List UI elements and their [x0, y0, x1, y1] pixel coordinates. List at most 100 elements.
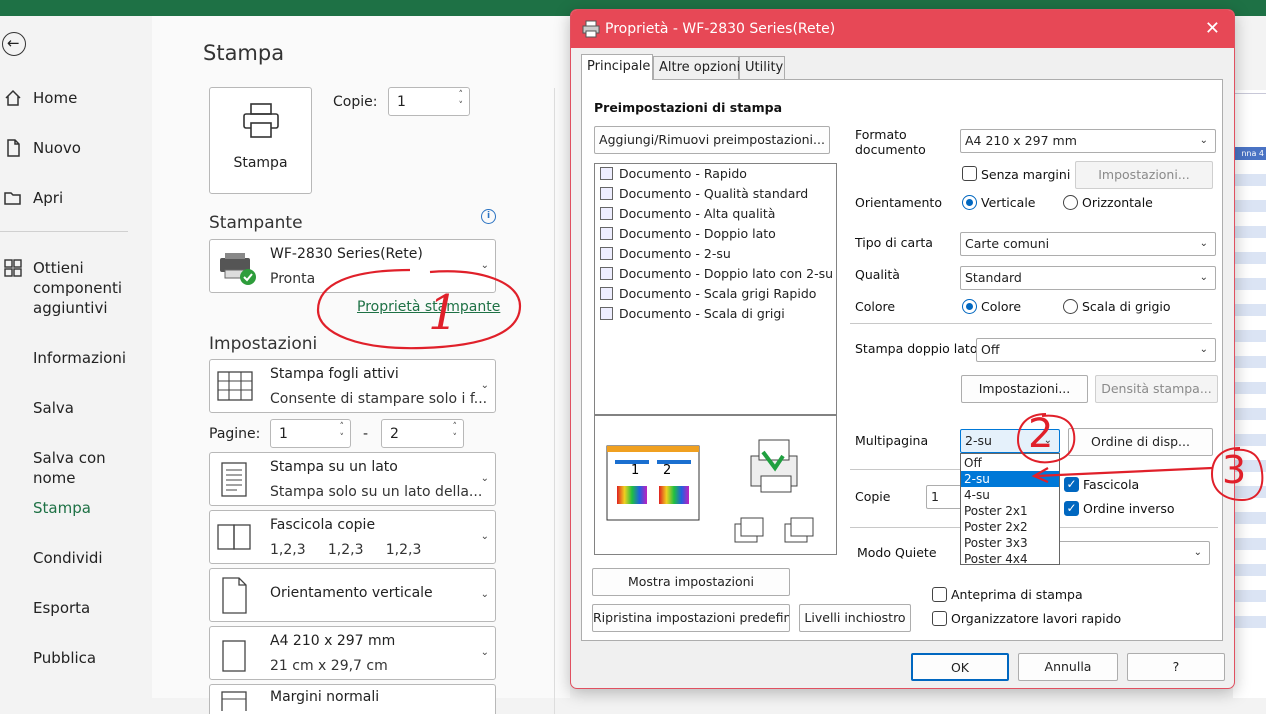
- chevron-down-icon: ⌄: [1199, 272, 1208, 283]
- ok-button[interactable]: OK: [911, 653, 1009, 681]
- print-preview-checkbox[interactable]: [932, 587, 947, 602]
- tab-principale[interactable]: Principale: [581, 54, 653, 80]
- close-icon[interactable]: ✕: [1205, 18, 1220, 39]
- quiet-mode-select[interactable]: ⌄: [1052, 541, 1210, 565]
- collate-label: Fascicola: [1083, 477, 1140, 492]
- color-grayscale-radio[interactable]: [1063, 299, 1078, 314]
- preview-row: [1233, 330, 1266, 342]
- preset-item[interactable]: Documento - 2-su: [598, 245, 731, 263]
- divider: [850, 469, 962, 470]
- setting-margins-title: Margini normali: [270, 689, 380, 705]
- nav-save[interactable]: Salva: [33, 398, 74, 418]
- paper-size-select[interactable]: A4 210 x 297 mm 21 cm x 29,7 cm ⌄: [209, 626, 496, 680]
- nav-get-addins[interactable]: Ottieni componenti aggiuntivi: [33, 258, 133, 318]
- multipage-option-selected[interactable]: 2-su: [961, 471, 1059, 487]
- color-color-radio[interactable]: [962, 299, 977, 314]
- color-grayscale-label: Scala di grigio: [1082, 299, 1171, 314]
- stepper-arrows-icon[interactable]: ˄ ˅: [340, 422, 345, 444]
- copies-stepper[interactable]: 1 ˄ ˅: [388, 87, 470, 116]
- collate-checkbox[interactable]: ✓: [1064, 477, 1079, 492]
- nav-save-as[interactable]: Salva con nome: [33, 448, 152, 488]
- back-arrow-icon: ←: [7, 34, 20, 52]
- print-preview-label: Anteprima di stampa: [951, 587, 1083, 602]
- orientation-label: Orientamento: [855, 195, 942, 210]
- preset-item[interactable]: Documento - Doppio lato con 2-su: [598, 265, 833, 283]
- presets-list[interactable]: Documento - Rapido Documento - Qualità s…: [594, 163, 837, 415]
- help-button[interactable]: ?: [1127, 653, 1225, 681]
- chevron-down-icon: ⌄: [480, 647, 489, 658]
- show-settings-button[interactable]: Mostra impostazioni: [592, 568, 790, 596]
- stepper-arrows-icon[interactable]: ˄ ˅: [453, 422, 458, 444]
- preset-label: Documento - 2-su: [619, 246, 731, 261]
- pages-label: Pagine:: [209, 426, 261, 442]
- borderless-settings-button[interactable]: Impostazioni...: [1075, 161, 1213, 189]
- copies-value: 1: [931, 489, 939, 504]
- multipage-option[interactable]: Poster 4x4: [961, 551, 1059, 567]
- orientation-landscape-radio[interactable]: [1063, 195, 1078, 210]
- add-remove-presets-button[interactable]: Aggiungi/Rimuovi preimpostazioni...: [594, 126, 830, 154]
- chevron-down-icon: ⌄: [1199, 135, 1208, 146]
- paper-size-select[interactable]: A4 210 x 297 mm ⌄: [960, 129, 1216, 153]
- page-title: Stampa: [203, 41, 285, 65]
- orientation-select[interactable]: Orientamento verticale ⌄: [209, 568, 496, 622]
- quality-select[interactable]: Standard ⌄: [960, 266, 1216, 290]
- preset-item[interactable]: Documento - Qualità standard: [598, 185, 808, 203]
- nav-open[interactable]: Apri: [33, 188, 63, 208]
- duplex-select[interactable]: Off ⌄: [976, 338, 1216, 362]
- nav-export[interactable]: Esporta: [33, 598, 90, 618]
- margins-select[interactable]: Margini normali: [209, 684, 496, 714]
- stepper-arrows-icon[interactable]: ˄ ˅: [459, 90, 464, 112]
- restore-defaults-button[interactable]: Ripristina impostazioni predefinite: [592, 604, 790, 632]
- sides-select[interactable]: Stampa su un lato Stampa solo su un lato…: [209, 452, 496, 506]
- duplex-label: Stampa doppio lato: [855, 341, 978, 356]
- dialog-title: Proprietà - WF-2830 Series(Rete): [605, 21, 836, 37]
- info-icon[interactable]: i: [481, 209, 496, 224]
- cancel-button[interactable]: Annulla: [1018, 653, 1118, 681]
- printer-properties-link[interactable]: Proprietà stampante: [357, 299, 500, 315]
- preset-item[interactable]: Documento - Alta qualità: [598, 205, 775, 223]
- nav-info[interactable]: Informazioni: [33, 348, 126, 368]
- preset-item[interactable]: Documento - Rapido: [598, 165, 747, 183]
- nav-new[interactable]: Nuovo: [33, 138, 81, 158]
- quiet-mode-label: Modo Quiete: [857, 545, 937, 560]
- nav-share[interactable]: Condividi: [33, 548, 103, 568]
- multipage-option[interactable]: Poster 2x2: [961, 519, 1059, 535]
- chevron-down-icon: ⌄: [480, 380, 489, 391]
- job-arranger-checkbox[interactable]: [932, 611, 947, 626]
- nav-publish[interactable]: Pubblica: [33, 648, 96, 668]
- ink-levels-button[interactable]: Livelli inchiostro: [799, 604, 911, 632]
- tab-utility[interactable]: Utility: [739, 56, 785, 80]
- pages-from-stepper[interactable]: 1 ˄ ˅: [270, 419, 351, 448]
- print-pane: Stampa Stampa Copie: 1 ˄ ˅ Stampante i WF…: [152, 16, 570, 714]
- pages-to-value: 2: [390, 426, 399, 442]
- print-button-label: Stampa: [233, 155, 288, 171]
- back-button[interactable]: ←: [2, 32, 26, 56]
- multipage-dropdown-list[interactable]: Off 2-su 4-su Poster 2x1 Poster 2x2 Post…: [960, 453, 1060, 567]
- preset-item[interactable]: Documento - Scala grigi Rapido: [598, 285, 816, 303]
- document-icon: [600, 187, 613, 200]
- paper-type-select[interactable]: Carte comuni ⌄: [960, 232, 1216, 256]
- pages-to-stepper[interactable]: 2 ˄ ˅: [381, 419, 464, 448]
- multipage-option[interactable]: 4-su: [961, 487, 1059, 503]
- multipage-option[interactable]: Off: [961, 455, 1059, 471]
- borderless-checkbox[interactable]: [962, 166, 977, 181]
- nav-home[interactable]: Home: [33, 88, 77, 108]
- multipage-select[interactable]: 2-su ⌄: [960, 429, 1060, 453]
- preview-row: [1233, 356, 1266, 368]
- print-density-button[interactable]: Densità stampa...: [1095, 375, 1218, 403]
- print-what-select[interactable]: Stampa fogli attivi Consente di stampare…: [209, 359, 496, 413]
- printer-select[interactable]: WF-2830 Series(Rete) Pronta ⌄: [209, 239, 496, 293]
- collation-select[interactable]: Fascicola copie 1,2,3 1,2,3 1,2,3 ⌄: [209, 510, 496, 564]
- orientation-portrait-radio[interactable]: [962, 195, 977, 210]
- setting-sides-desc: Stampa solo su un lato della...: [270, 484, 483, 500]
- preset-item[interactable]: Documento - Scala di grigi: [598, 305, 785, 323]
- multipage-option[interactable]: Poster 3x3: [961, 535, 1059, 551]
- nav-print[interactable]: Stampa: [33, 498, 91, 518]
- reverse-order-checkbox[interactable]: ✓: [1064, 501, 1079, 516]
- preset-item[interactable]: Documento - Doppio lato: [598, 225, 776, 243]
- multipage-option[interactable]: Poster 2x1: [961, 503, 1059, 519]
- print-button[interactable]: Stampa: [209, 87, 312, 194]
- duplex-settings-button[interactable]: Impostazioni...: [961, 375, 1088, 403]
- tab-altre-opzioni[interactable]: Altre opzioni: [653, 56, 740, 80]
- page-order-button[interactable]: Ordine di disp...: [1068, 428, 1213, 456]
